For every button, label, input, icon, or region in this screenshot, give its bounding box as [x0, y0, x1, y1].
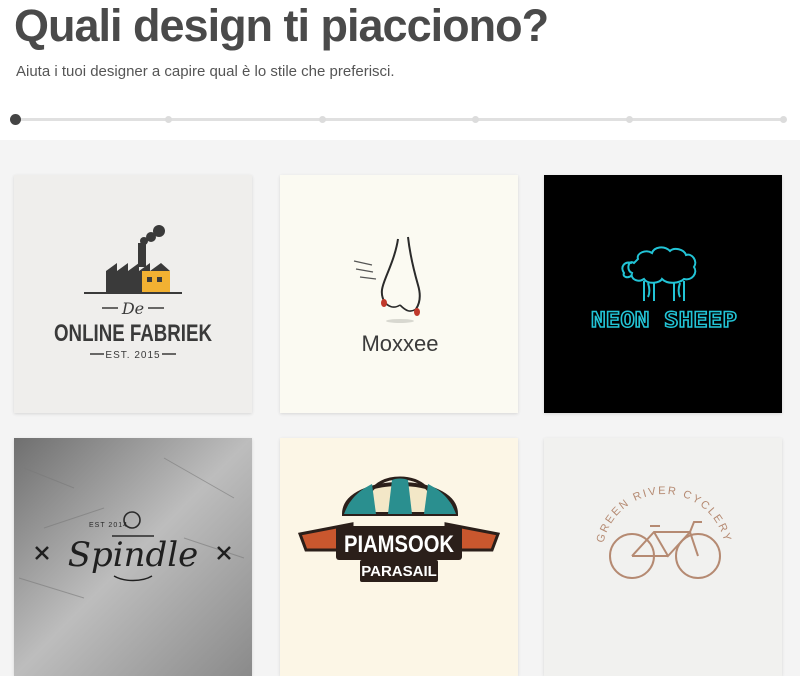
- page-subtitle: Aiuta i tuoi designer a capire qual è lo…: [16, 63, 395, 80]
- spindle-icon: EST 2014 Spindle: [14, 438, 252, 676]
- logo-4-top-text: EST 2014: [89, 522, 128, 529]
- logo-5-name: PIAMSOOK: [344, 531, 455, 558]
- progress-step-6[interactable]: [780, 116, 787, 123]
- logo-1-line3: EST. 2015: [105, 350, 160, 361]
- logo-1-line2: ONLINE FABRIEK: [54, 320, 213, 347]
- logo-4-name: Spindle: [68, 535, 199, 575]
- page-header: Quali design ti piacciono? Aiuta i tuoi …: [0, 0, 800, 140]
- progress-stepper: [10, 114, 790, 126]
- bicycle-icon: GREEN RIVER CYCLERY: [594, 485, 733, 579]
- design-card-online-fabriek[interactable]: De ONLINE FABRIEK EST. 2015: [14, 175, 252, 413]
- design-card-moxxee[interactable]: Moxxee: [280, 175, 518, 413]
- progress-track: [16, 118, 784, 121]
- logo-6-name: GREEN RIVER CYCLERY: [594, 485, 733, 544]
- logo-3-name: NEON SHEEP: [591, 308, 737, 332]
- design-card-neon-sheep[interactable]: NEON SHEEP: [544, 175, 782, 413]
- sheep-icon: NEON SHEEP: [590, 246, 738, 333]
- factory-icon: De ONLINE FABRIEK EST. 2015: [54, 225, 213, 361]
- logo-1-line1: De: [121, 299, 144, 318]
- progress-step-4[interactable]: [472, 116, 479, 123]
- page-title: Quali design ti piacciono?: [14, 0, 549, 51]
- progress-step-1[interactable]: [10, 114, 21, 125]
- logo-5-sub: PARASAIL: [361, 563, 437, 580]
- progress-step-3[interactable]: [319, 116, 326, 123]
- design-card-piamsook[interactable]: PIAMSOOK PARASAIL: [280, 438, 518, 676]
- progress-step-2[interactable]: [165, 116, 172, 123]
- parasail-icon: PIAMSOOK PARASAIL: [297, 476, 501, 582]
- progress-step-5[interactable]: [626, 116, 633, 123]
- logo-2-name: Moxxee: [361, 331, 438, 356]
- design-card-green-river-cyclery[interactable]: GREEN RIVER CYCLERY: [544, 438, 782, 676]
- design-card-spindle[interactable]: EST 2014 Spindle: [14, 438, 252, 676]
- logo-6-name-path: GREEN RIVER CYCLERY: [594, 485, 731, 544]
- hand-icon: Moxxee: [353, 236, 439, 356]
